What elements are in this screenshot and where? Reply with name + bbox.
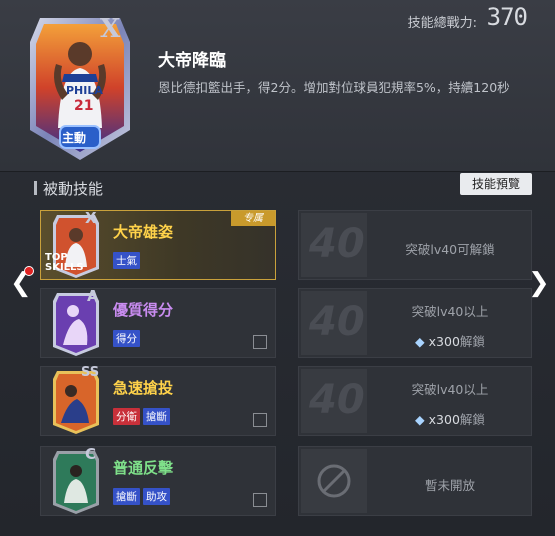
skill-tag: 得分 xyxy=(113,330,140,347)
card-team-text: PHILA xyxy=(66,84,103,97)
passive-skill-slot[interactable]: SS 急速搶投 分衛 搶斷 xyxy=(40,365,276,436)
lock-level-number: 40 xyxy=(309,377,365,423)
skill-name: 急速搶投 xyxy=(113,379,174,397)
select-checkbox[interactable] xyxy=(253,335,267,349)
skill-tag: 士氣 xyxy=(113,252,140,269)
locked-skill-slot[interactable]: 40 突破lv40可解鎖 xyxy=(298,210,532,280)
level-lock-icon: 40 xyxy=(301,369,367,433)
cost-amount: x300 xyxy=(428,412,460,427)
skill-card: X TOP SKILLS xyxy=(45,209,101,279)
diamond-icon: ◆ xyxy=(415,412,425,427)
unavailable-skill-slot[interactable]: 暫未開放 xyxy=(298,446,532,516)
skill-preview-button[interactable]: 技能預覽 xyxy=(460,173,532,195)
skill-rank: C xyxy=(85,445,97,463)
forbidden-icon xyxy=(301,449,367,513)
unlock-cost: ◆ x300解鎖 xyxy=(369,331,531,350)
skill-tags: 分衛 搶斷 xyxy=(113,405,173,425)
unlock-requirement: 突破lv40可解鎖 xyxy=(405,242,495,257)
forbidden-symbol xyxy=(317,464,351,498)
cost-unit: 解鎖 xyxy=(459,334,485,349)
exclusive-badge: 专属 xyxy=(231,211,275,226)
passive-skill-row: A 優質得分 得分 40 突破lv40以上 ◆ x300解鎖 xyxy=(40,287,532,358)
level-lock-icon: 40 xyxy=(301,213,367,277)
skill-name: 普通反擊 xyxy=(113,459,174,477)
passive-skill-slot[interactable]: C 普通反擊 搶斷 助攻 xyxy=(40,445,276,516)
skill-tag: 分衛 xyxy=(113,408,140,425)
passive-skills-heading: 被動技能 xyxy=(34,178,103,199)
skill-name: 大帝雄姿 xyxy=(113,223,174,241)
unavailable-text: 暫未開放 xyxy=(424,478,475,493)
skill-card: A xyxy=(51,287,101,357)
passive-skills-title: 被動技能 xyxy=(43,180,104,198)
active-skill-title: 大帝降臨 xyxy=(158,51,226,71)
skill-tag: 搶斷 xyxy=(113,488,140,505)
skill-rank: A xyxy=(87,287,99,305)
passive-skill-slot[interactable]: X TOP SKILLS 大帝雄姿 士氣 专属 xyxy=(40,209,276,280)
skill-tags: 得分 xyxy=(113,327,143,347)
skill-card: SS xyxy=(51,365,101,435)
cost-amount: x300 xyxy=(428,334,460,349)
passive-skill-row: SS 急速搶投 分衛 搶斷 40 突破lv40以上 ◆ x300解鎖 xyxy=(40,365,532,436)
unlock-cost: ◆ x300解鎖 xyxy=(369,409,531,428)
locked-skill-slot[interactable]: 40 突破lv40以上 ◆ x300解鎖 xyxy=(298,366,532,436)
skill-tag: 搶斷 xyxy=(143,408,170,425)
active-badge: 主動 xyxy=(62,131,87,145)
skill-power-value: 370 xyxy=(486,3,528,31)
card-rank-label: X xyxy=(100,14,121,44)
skill-tags: 士氣 xyxy=(113,249,143,269)
skill-tag: 助攻 xyxy=(143,488,170,505)
active-skill-description: 恩比德扣籃出手，得2分。增加對位球員犯規率5%，持續120秒 xyxy=(158,80,510,95)
card-jersey-number: 21 xyxy=(74,98,94,114)
skill-rank: X xyxy=(85,209,97,227)
passive-skill-slot[interactable]: A 優質得分 得分 xyxy=(40,287,276,358)
active-skill-card[interactable]: PHILA 21 X 主動 xyxy=(28,12,132,162)
diamond-icon: ◆ xyxy=(415,334,425,349)
skill-card: C xyxy=(51,445,101,515)
select-checkbox[interactable] xyxy=(253,413,267,427)
skill-power-label: 技能總戰力: xyxy=(407,16,477,31)
lock-level-number: 40 xyxy=(309,221,365,267)
notification-dot xyxy=(24,266,34,276)
cost-unit: 解鎖 xyxy=(459,412,485,427)
unlock-requirement: 突破lv40以上 xyxy=(411,304,489,319)
active-skill-panel: 技能總戰力: 370 PHILA 21 X 主動 大帝降臨 恩比德扣籃出手，得2… xyxy=(0,0,555,172)
level-lock-icon: 40 xyxy=(301,291,367,355)
skill-rank: SS xyxy=(81,365,100,380)
unlock-requirement: 突破lv40以上 xyxy=(411,382,489,397)
select-checkbox[interactable] xyxy=(253,493,267,507)
locked-skill-slot[interactable]: 40 突破lv40以上 ◆ x300解鎖 xyxy=(298,288,532,358)
passive-skill-row: C 普通反擊 搶斷 助攻 暫未開放 xyxy=(40,445,532,516)
card-caption: TOP SKILLS xyxy=(45,252,84,273)
skill-name: 優質得分 xyxy=(113,301,174,319)
heading-bar xyxy=(34,181,37,195)
passive-skill-row: X TOP SKILLS 大帝雄姿 士氣 专属 40 突破lv40可解鎖 xyxy=(40,209,532,280)
skill-tags: 搶斷 助攻 xyxy=(113,485,173,505)
lock-level-number: 40 xyxy=(309,299,365,345)
